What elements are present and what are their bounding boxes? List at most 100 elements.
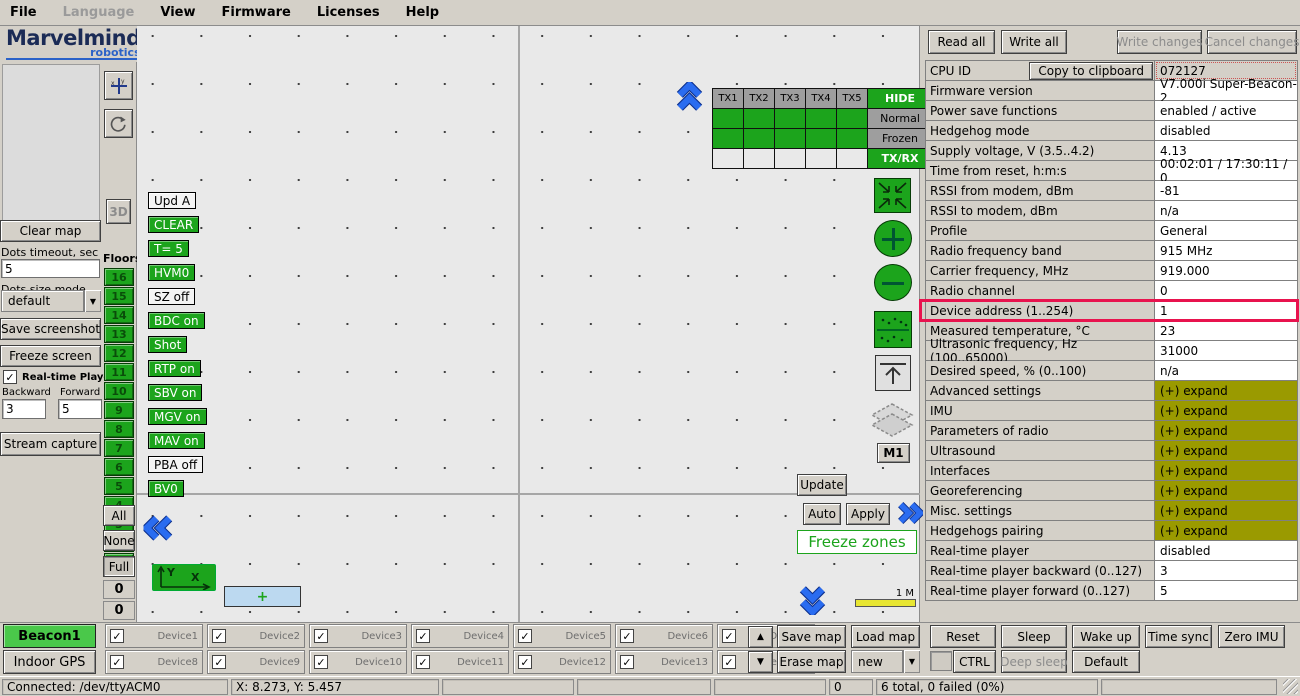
device-cell[interactable]: Device8 — [105, 650, 203, 674]
default-button[interactable]: Default — [1072, 650, 1140, 673]
device-cell[interactable]: Device10 — [309, 650, 407, 674]
freeze-screen-button[interactable]: Freeze screen — [0, 345, 101, 367]
param-value[interactable]: enabled / active — [1155, 101, 1297, 120]
tx2-header[interactable]: TX2 — [744, 89, 774, 108]
device-checkbox[interactable] — [518, 629, 532, 643]
read-all-button[interactable]: Read all — [928, 30, 995, 54]
param-value[interactable]: n/a — [1155, 361, 1297, 380]
chevron-down-icon[interactable]: ▼ — [84, 290, 101, 312]
tx-cell[interactable] — [744, 109, 774, 128]
backward-input[interactable]: 3 — [2, 399, 46, 419]
ctrl-button[interactable]: CTRL — [953, 650, 996, 673]
reset-button[interactable]: Reset — [930, 625, 996, 648]
device-cell[interactable]: Device13 — [615, 650, 713, 674]
param-value[interactable]: (+) expand — [1155, 501, 1297, 520]
tx-cell[interactable] — [775, 129, 805, 148]
param-value[interactable]: 3 — [1155, 561, 1297, 580]
map-mode-button[interactable]: SBV on — [148, 384, 202, 401]
write-changes-button[interactable]: Write changes — [1117, 30, 1202, 54]
hedgehog-list-panel[interactable] — [2, 64, 100, 222]
floor-button[interactable]: 6 — [104, 458, 134, 476]
time-sync-button[interactable]: Time sync — [1145, 625, 1212, 648]
resize-grip[interactable] — [1283, 679, 1298, 694]
beacon1-tab[interactable]: Beacon1 — [3, 624, 96, 648]
tx-cell[interactable] — [713, 129, 743, 148]
dots-timeout-input[interactable]: 5 — [1, 259, 100, 278]
floor-button[interactable]: 11 — [104, 363, 134, 381]
floor-button[interactable]: 10 — [104, 382, 134, 400]
ctrl-checkbox[interactable] — [930, 651, 952, 671]
floors-full-button[interactable]: Full — [103, 556, 135, 577]
update-button[interactable]: Update — [797, 474, 847, 496]
dots-display-button[interactable] — [874, 311, 912, 348]
param-value[interactable]: -81 — [1155, 181, 1297, 200]
load-map-button[interactable]: Load map — [851, 625, 920, 648]
map-mode-button[interactable]: HVM0 — [148, 264, 195, 281]
map-mode-button[interactable]: Upd A — [148, 192, 196, 209]
m1-button[interactable]: M1 — [877, 443, 910, 463]
apply-button[interactable]: Apply — [846, 503, 890, 525]
zoom-out-button[interactable] — [874, 264, 912, 301]
map-select[interactable]: new ▼ — [851, 650, 920, 673]
menu-item[interactable]: Language — [63, 5, 135, 20]
device-cell[interactable]: Device11 — [411, 650, 509, 674]
collapse-down-icon[interactable] — [799, 585, 826, 615]
deep-sleep-button[interactable]: Deep sleep — [1001, 650, 1067, 673]
map-mode-button[interactable]: MAV on — [148, 432, 205, 449]
device-cell[interactable]: Device1 — [105, 624, 203, 648]
device-checkbox[interactable] — [416, 629, 430, 643]
floor-button[interactable]: 15 — [104, 287, 134, 305]
upload-map-button[interactable] — [875, 355, 911, 391]
tx-cell[interactable] — [837, 129, 867, 148]
floor-button[interactable]: 13 — [104, 325, 134, 343]
map-canvas[interactable]: Upd A CLEAR T= 5 HVM0 SZ off BDC on Shot… — [137, 26, 920, 622]
sleep-button[interactable]: Sleep — [1001, 625, 1067, 648]
floor-button[interactable]: 7 — [104, 439, 134, 457]
param-value[interactable]: 1 — [1155, 301, 1297, 320]
realtime-player-checkbox[interactable] — [3, 370, 17, 384]
param-value[interactable]: disabled — [1155, 541, 1297, 560]
menu-item[interactable]: Licenses — [317, 5, 380, 20]
device-cell[interactable]: Device4 — [411, 624, 509, 648]
param-value[interactable]: (+) expand — [1155, 401, 1297, 420]
map-mode-button[interactable]: CLEAR — [148, 216, 199, 233]
device-cell[interactable]: Device3 — [309, 624, 407, 648]
copy-to-clipboard-button[interactable]: Copy to clipboard — [1029, 62, 1153, 80]
write-all-button[interactable]: Write all — [1001, 30, 1067, 54]
devices-scroll-up-button[interactable]: ▲ — [748, 626, 773, 648]
menu-item[interactable]: File — [10, 5, 37, 20]
device-checkbox[interactable] — [314, 629, 328, 643]
zoom-in-button[interactable] — [874, 220, 912, 257]
param-value[interactable]: 23 — [1155, 321, 1297, 340]
tx-cell[interactable] — [806, 109, 836, 128]
zero-imu-button[interactable]: Zero IMU — [1218, 625, 1285, 648]
menu-item[interactable]: View — [160, 5, 195, 20]
erase-map-button[interactable]: Erase map — [777, 650, 846, 673]
param-value[interactable]: (+) expand — [1155, 381, 1297, 400]
param-value[interactable]: 00:02:01 / 17:30:11 / 0 — [1155, 161, 1297, 180]
param-value[interactable]: (+) expand — [1155, 481, 1297, 500]
wake-up-button[interactable]: Wake up — [1072, 625, 1140, 648]
tx-cell[interactable] — [775, 109, 805, 128]
tx-cell[interactable] — [713, 109, 743, 128]
device-cell[interactable]: Device6 — [615, 624, 713, 648]
device-checkbox[interactable] — [110, 629, 124, 643]
tx4-header[interactable]: TX4 — [806, 89, 836, 108]
device-cell[interactable]: Device2 — [207, 624, 305, 648]
tx-cell[interactable] — [837, 109, 867, 128]
save-map-button[interactable]: Save map — [777, 625, 846, 648]
param-value[interactable]: 915 MHz — [1155, 241, 1297, 260]
device-checkbox[interactable] — [416, 655, 430, 669]
map-mode-button[interactable]: BDC on — [148, 312, 205, 329]
param-value[interactable]: n/a — [1155, 201, 1297, 220]
device-cell[interactable]: Device5 — [513, 624, 611, 648]
param-value[interactable]: (+) expand — [1155, 521, 1297, 540]
map-mode-button[interactable]: SZ off — [148, 288, 195, 305]
device-checkbox[interactable] — [314, 655, 328, 669]
forward-input[interactable]: 5 — [58, 399, 102, 419]
rotate-tool-button[interactable] — [104, 109, 133, 138]
tx3-header[interactable]: TX3 — [775, 89, 805, 108]
param-value[interactable]: 5 — [1155, 581, 1297, 600]
menu-item[interactable]: Firmware — [222, 5, 291, 20]
save-screenshot-button[interactable]: Save screenshot — [0, 318, 101, 340]
